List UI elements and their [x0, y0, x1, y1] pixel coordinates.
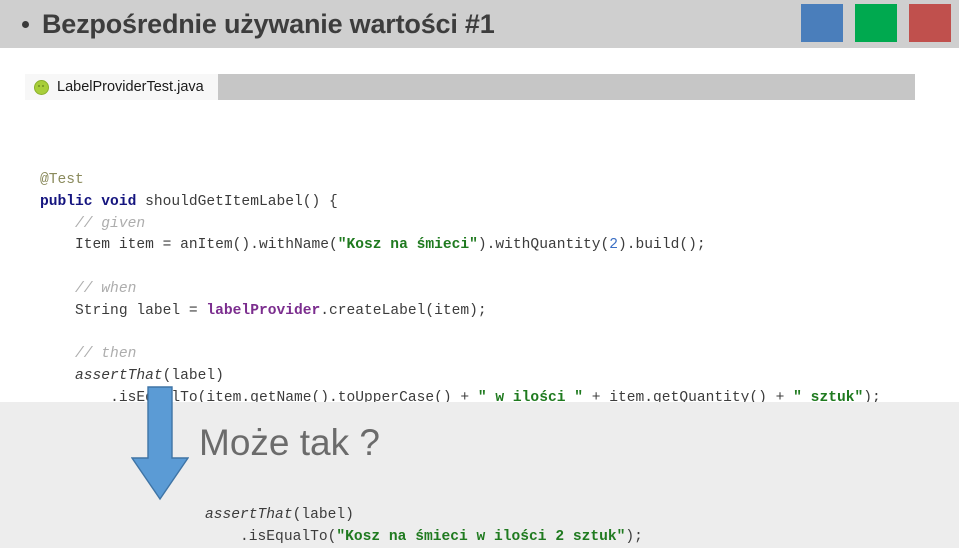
code-token-str: "Kosz na śmieci w ilości 2 sztuk": [336, 528, 626, 545]
code-token-plain: shouldGetItemLabel() {: [136, 193, 338, 210]
code-line: Item item = anItem().withName("Kosz na ś…: [40, 235, 881, 257]
code-token-plain: .isEqualTo(: [240, 528, 337, 545]
code-token-plain: ).build();: [618, 237, 706, 254]
page-title: Bezpośrednie używanie wartości #1: [42, 8, 495, 39]
code-token-num: 2: [609, 237, 619, 254]
color-swatch-blue: [801, 4, 843, 42]
code-token-str: "Kosz na śmieci": [337, 237, 478, 254]
color-swatch-red: [909, 4, 951, 42]
color-swatch-group: [801, 4, 951, 42]
code-token-plain: (label): [162, 368, 224, 385]
code-token-plain: String label =: [75, 302, 207, 319]
code-line: // when: [40, 279, 881, 301]
code-token-plain: (label): [292, 507, 354, 523]
code-token-cmt: // then: [75, 346, 137, 363]
code-line: @Test: [40, 170, 881, 192]
code-line: .isEqualTo("Kosz na śmieci w ilości 2 sz…: [205, 527, 643, 549]
code-token-anno: @Test: [40, 172, 84, 188]
code-token-kw: public void: [40, 193, 137, 210]
editor-tab-label: LabelProviderTest.java: [57, 79, 204, 95]
code-token-plain: );: [625, 528, 643, 545]
code-token-cmt: // given: [75, 215, 146, 232]
code-token-static: assertThat: [205, 507, 293, 523]
bullet-dot-icon: [22, 20, 29, 28]
java-class-icon: [34, 79, 49, 95]
arrow-down-icon: [131, 386, 189, 501]
editor-tab-bar: LabelProviderTest.java: [25, 74, 915, 100]
code-snippet-bottom: assertThat(label) .isEqualTo("Kosz na śm…: [205, 505, 643, 549]
color-swatch-green: [855, 4, 897, 42]
code-token-plain: .createLabel(item);: [320, 302, 487, 319]
code-token-cmt: // when: [75, 280, 137, 297]
callout-question: Może tak ?: [199, 422, 380, 463]
slide-header: Bezpośrednie używanie wartości #1: [0, 0, 959, 48]
code-line: // given: [40, 214, 881, 236]
code-token-field: labelProvider: [206, 302, 321, 319]
code-token-static: assertThat: [75, 368, 163, 385]
code-token-plain: ).withQuantity(: [477, 237, 610, 254]
code-line: // then: [40, 344, 881, 366]
code-line: public void shouldGetItemLabel() {: [40, 192, 881, 214]
editor-tab-labelprovidertest[interactable]: LabelProviderTest.java: [25, 74, 218, 100]
code-token-plain: Item item = anItem().withName(: [75, 237, 338, 254]
code-line: assertThat(label): [205, 505, 643, 527]
editor-panel: LabelProviderTest.java @Test public void …: [0, 48, 959, 450]
code-line: String label = labelProvider.createLabel…: [40, 301, 881, 323]
code-line: assertThat(label): [40, 366, 881, 388]
